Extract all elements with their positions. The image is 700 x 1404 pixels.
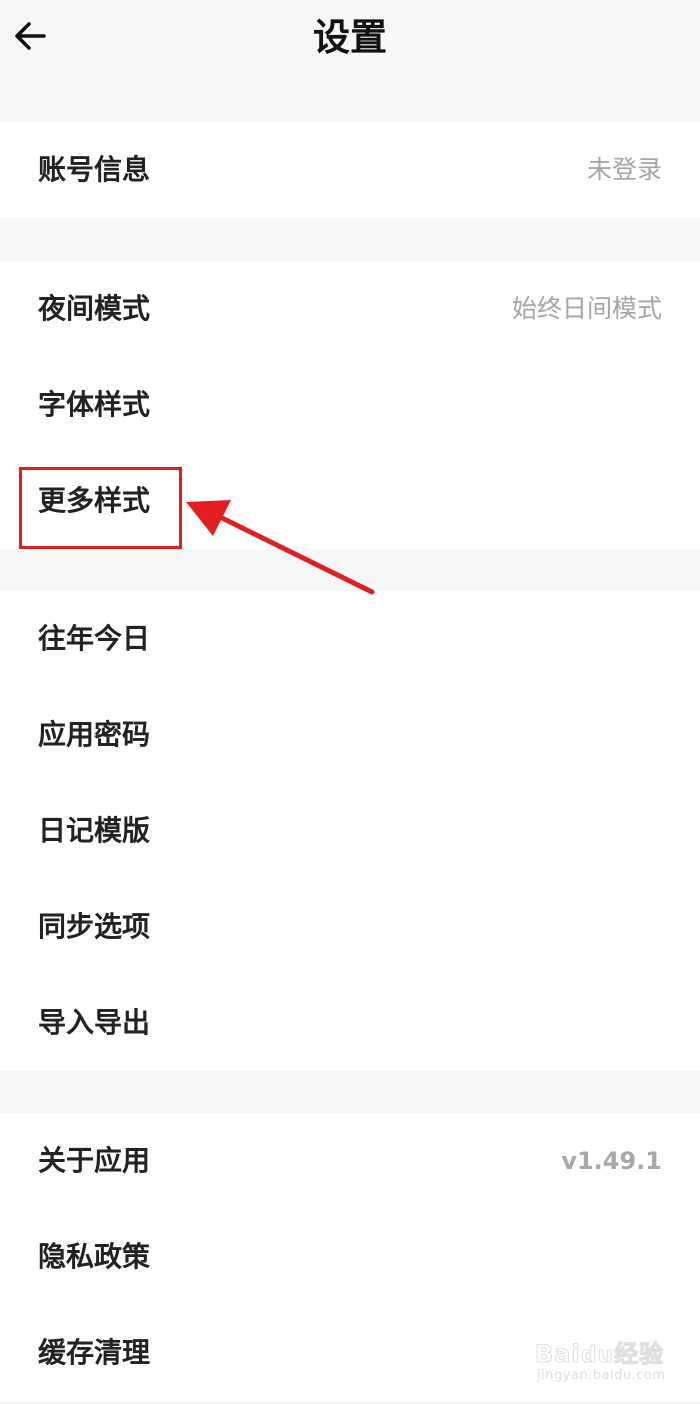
settings-row-on-this-day[interactable]: 往年今日 [0,591,700,687]
header-bar: 设置 [0,0,700,78]
row-label: 关于应用 [38,1144,151,1177]
settings-row-account-info[interactable]: 账号信息 未登录 [0,122,700,218]
row-label: 字体样式 [38,388,151,421]
settings-group-features: 往年今日 应用密码 日记模版 同步选项 导入导出 [0,591,700,1071]
row-label: 同步选项 [38,910,151,943]
settings-row-diary-template[interactable]: 日记模版 [0,783,700,879]
version-label: v1.49.1 [561,1147,662,1175]
row-label: 隐私政策 [38,1240,151,1273]
row-label: 账号信息 [38,153,151,186]
highlight-box [19,467,182,549]
row-label: 缓存清理 [38,1336,151,1369]
row-value: 始终日间模式 [511,294,662,323]
row-label: 应用密码 [38,718,151,751]
settings-row-app-password[interactable]: 应用密码 [0,687,700,783]
row-label: 夜间模式 [38,292,151,325]
baidu-jingyan-watermark: Baidu经验 jingyan.baidu.com [534,1328,675,1390]
annotation-arrow-icon [186,500,375,595]
row-label: 日记模版 [38,814,151,847]
settings-row-import-export[interactable]: 导入导出 [0,975,700,1071]
row-value: 未登录 [586,155,662,184]
watermark-url: jingyan.baidu.com [537,1368,666,1383]
settings-group-account: 账号信息 未登录 [0,122,700,218]
row-label: 导入导出 [38,1006,151,1039]
settings-row-font-style[interactable]: 字体样式 [0,357,700,453]
watermark-logo: Baidu经验 [534,1340,665,1369]
settings-row-privacy-policy[interactable]: 隐私政策 [0,1209,700,1305]
page-title: 设置 [313,16,387,59]
row-label: 往年今日 [38,622,151,655]
settings-row-night-mode[interactable]: 夜间模式 始终日间模式 [0,261,700,357]
settings-row-sync-options[interactable]: 同步选项 [0,879,700,975]
settings-row-about-app[interactable]: 关于应用 v1.49.1 [0,1113,700,1209]
